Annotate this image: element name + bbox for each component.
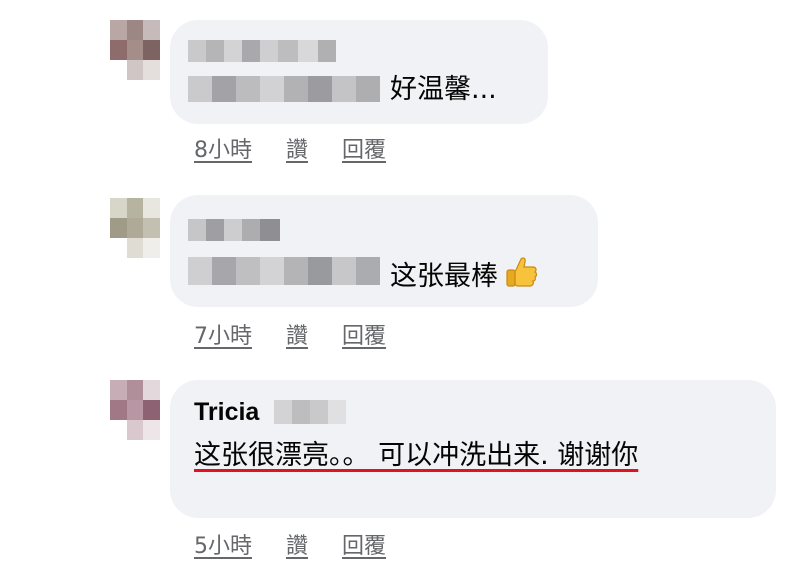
comment-bubble: 这张最棒 xyxy=(170,195,598,307)
reply-button[interactable]: 回覆 xyxy=(342,528,386,560)
blurred-comment-text xyxy=(188,76,380,102)
blurred-author-name xyxy=(188,40,338,62)
blurred-author-name xyxy=(188,219,280,241)
like-button[interactable]: 讚 xyxy=(286,528,308,560)
comment-text: 好温馨... xyxy=(390,74,497,105)
avatar[interactable] xyxy=(110,20,160,80)
comment-author[interactable]: Tricia xyxy=(194,398,259,427)
avatar[interactable] xyxy=(110,380,160,440)
comment-text: 这张很漂亮。。 可以冲洗出来. 谢谢你 xyxy=(194,440,639,471)
thumbs-up-icon xyxy=(506,257,538,287)
comment-actions: 5小時 讚 回覆 xyxy=(194,528,386,560)
comment-bubble: 好温馨... xyxy=(170,20,548,124)
like-button[interactable]: 讚 xyxy=(286,132,308,164)
timestamp-link[interactable]: 8小時 xyxy=(194,132,252,164)
avatar[interactable] xyxy=(110,198,160,258)
timestamp-link[interactable]: 7小時 xyxy=(194,318,252,350)
reply-button[interactable]: 回覆 xyxy=(342,318,386,350)
blurred-author-surname xyxy=(274,400,346,424)
comment-text: 这张最棒 xyxy=(390,255,538,294)
comment-actions: 8小時 讚 回覆 xyxy=(194,132,386,164)
timestamp-link[interactable]: 5小時 xyxy=(194,528,252,560)
like-button[interactable]: 讚 xyxy=(286,318,308,350)
reply-button[interactable]: 回覆 xyxy=(342,132,386,164)
comment-actions: 7小時 讚 回覆 xyxy=(194,318,386,350)
blurred-comment-text xyxy=(188,257,380,285)
